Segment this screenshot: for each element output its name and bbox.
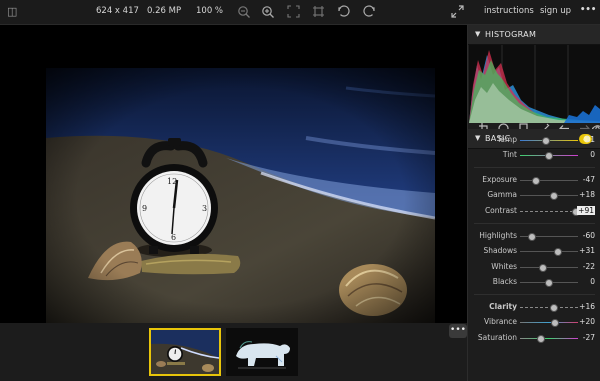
slider-label-shadows: Shadows xyxy=(483,246,517,255)
slider-label-contrast: Contrast xyxy=(484,206,517,215)
slider-handle-blacks[interactable] xyxy=(545,279,553,287)
histogram-title: HISTOGRAM xyxy=(485,30,537,39)
slider-handle-vibrance[interactable] xyxy=(550,319,559,327)
collapse-caret-icon: ▼ xyxy=(475,30,481,38)
slider-label-clarity: Clarity xyxy=(489,302,517,311)
section-divider xyxy=(474,223,595,224)
section-divider xyxy=(474,294,595,295)
slider-value-gamma[interactable]: +18 xyxy=(579,190,595,199)
fullscreen-icon[interactable] xyxy=(451,5,464,20)
slider-row-whites: Whites -22 xyxy=(468,260,600,274)
slider-row-saturation: Saturation -27 xyxy=(468,331,600,345)
slider-label-saturation: Saturation xyxy=(477,333,517,342)
slider-value-tint[interactable]: 0 xyxy=(590,150,595,159)
slider-label-highlights: Highlights xyxy=(479,231,517,240)
histogram-header[interactable]: ▼ HISTOGRAM xyxy=(468,25,600,45)
top-toolbar: ◫ 624 x 417 0.26 MP 100 % instructions s… xyxy=(0,0,600,25)
slider-row-blacks: Blacks 0 xyxy=(468,275,600,289)
slider-value-whites[interactable]: -22 xyxy=(583,262,595,271)
slider-track-gamma[interactable] xyxy=(520,195,578,196)
slider-handle-exposure[interactable] xyxy=(531,177,540,185)
section-divider xyxy=(474,167,595,168)
slider-track-whites[interactable] xyxy=(520,267,578,268)
slider-value-blacks[interactable]: 0 xyxy=(590,277,595,286)
slider-handle-clarity[interactable] xyxy=(549,304,558,312)
more-menu-button[interactable]: ••• xyxy=(580,5,596,15)
slider-label-tint: Tint xyxy=(502,150,517,159)
slider-row-tint: Tint 0 xyxy=(468,148,600,162)
thumbnail-polar-bear[interactable] xyxy=(226,328,298,376)
slider-row-gamma: Gamma +18 xyxy=(468,188,600,202)
thumbnail-alarm-clock[interactable] xyxy=(149,328,221,376)
slider-row-vibrance: Vibrance +20 xyxy=(468,315,600,329)
slider-value-shadows[interactable]: +31 xyxy=(579,246,595,255)
histogram xyxy=(469,45,600,123)
undo-icon[interactable] xyxy=(337,5,351,21)
sidebar-toggle-icon[interactable]: ◫ xyxy=(7,6,17,18)
fit-screen-icon[interactable] xyxy=(287,5,300,20)
slider-row-exposure: Exposure -47 xyxy=(468,173,600,187)
slider-value-exposure[interactable]: -47 xyxy=(583,175,595,184)
slider-label-vibrance: Vibrance xyxy=(484,317,517,326)
edited-photo: 12 3 6 9 xyxy=(46,68,435,327)
sign-up-link[interactable]: sign up xyxy=(540,6,571,16)
slider-handle-whites[interactable] xyxy=(538,264,547,272)
slider-handle-gamma[interactable] xyxy=(550,192,559,200)
slider-handle-saturation[interactable] xyxy=(536,335,545,343)
slider-label-blacks: Blacks xyxy=(492,277,517,286)
slider-value-contrast[interactable]: +91 xyxy=(577,206,595,215)
zoom-in-icon[interactable] xyxy=(261,5,275,21)
slider-row-contrast: Contrast +91 xyxy=(468,204,600,218)
image-megapixels: 0.26 MP xyxy=(147,6,182,16)
slider-handle-highlights[interactable] xyxy=(527,233,536,241)
actual-size-icon[interactable] xyxy=(312,5,325,20)
adjustments-panel: ▼ HISTOGRAM ▼ BASIC Temp -11 Tint 0 Expo… xyxy=(467,25,600,381)
slider-label-temp: Temp xyxy=(497,135,517,144)
zoom-level: 100 % xyxy=(196,6,224,16)
slider-track-vibrance[interactable] xyxy=(520,322,578,323)
slider-track-contrast[interactable] xyxy=(520,211,578,212)
slider-track-exposure[interactable] xyxy=(520,180,578,181)
slider-handle-tint[interactable] xyxy=(545,152,553,160)
slider-row-shadows: Shadows +31 xyxy=(468,244,600,258)
filmstrip-more-button[interactable]: ••• xyxy=(449,324,467,338)
slider-value-clarity[interactable]: +16 xyxy=(579,302,595,311)
slider-row-clarity: Clarity +16 xyxy=(468,300,600,314)
slider-track-saturation[interactable] xyxy=(520,338,578,339)
zoom-out-icon[interactable] xyxy=(237,5,251,21)
slider-label-gamma: Gamma xyxy=(487,190,517,199)
slider-value-saturation[interactable]: -27 xyxy=(583,333,595,342)
slider-track-shadows[interactable] xyxy=(520,251,578,252)
slider-handle-shadows[interactable] xyxy=(554,248,563,256)
slider-value-temp[interactable]: -11 xyxy=(583,135,595,144)
instructions-link[interactable]: instructions xyxy=(484,6,534,16)
slider-value-vibrance[interactable]: +20 xyxy=(579,317,595,326)
slider-label-whites: Whites xyxy=(491,262,517,271)
slider-row-temp: Temp -11 xyxy=(468,133,600,147)
slider-row-highlights: Highlights -60 xyxy=(468,229,600,243)
slider-value-highlights[interactable]: -60 xyxy=(583,231,595,240)
filmstrip xyxy=(0,323,467,381)
slider-label-exposure: Exposure xyxy=(482,175,517,184)
slider-handle-temp[interactable] xyxy=(542,137,551,145)
redo-icon[interactable] xyxy=(362,5,376,21)
image-dimensions: 624 x 417 xyxy=(96,6,139,16)
image-canvas[interactable]: 12 3 6 9 xyxy=(0,25,467,327)
